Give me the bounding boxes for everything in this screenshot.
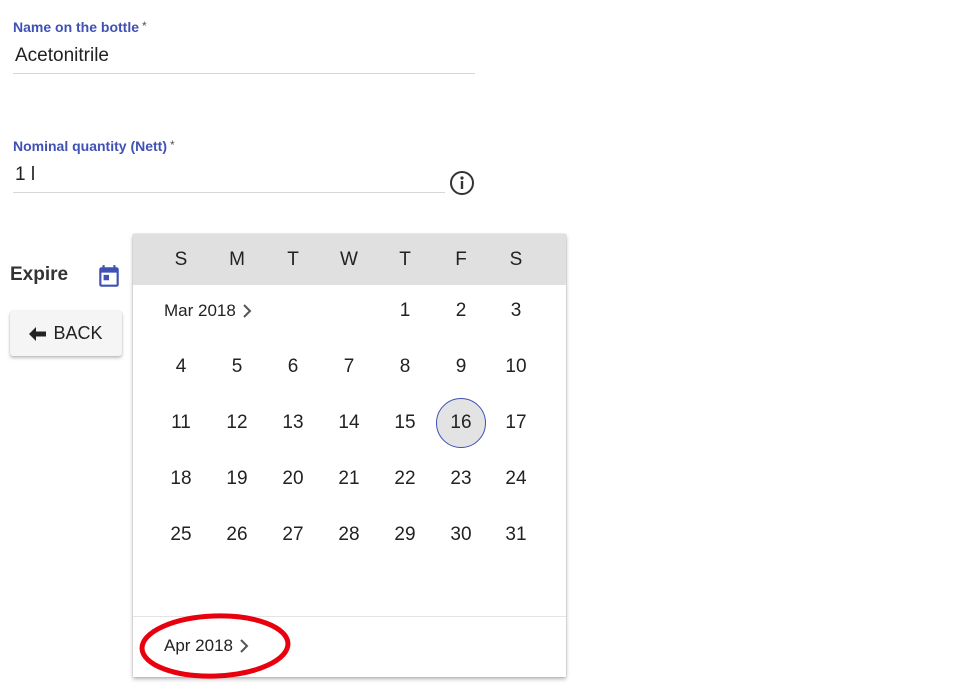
next-month-title[interactable]: Apr 2018 — [164, 636, 249, 656]
weekday-label: S — [509, 249, 523, 270]
calendar-day[interactable]: 14 — [324, 398, 374, 448]
current-month-title[interactable]: Mar 2018 — [164, 301, 252, 321]
calendar-day[interactable]: 4 — [156, 342, 206, 392]
calendar-day[interactable]: 26 — [212, 510, 262, 560]
calendar-day[interactable]: 3 — [491, 286, 541, 336]
calendar-icon[interactable] — [96, 264, 122, 290]
weekday-label: T — [287, 249, 299, 270]
weekday-label: T — [399, 249, 411, 270]
back-button[interactable]: BACK — [10, 311, 122, 356]
selected-day[interactable]: 16 — [436, 398, 486, 448]
calendar-day[interactable]: 23 — [436, 454, 486, 504]
calendar-day[interactable]: 30 — [436, 510, 486, 560]
expire-label: Expire — [10, 264, 69, 285]
current-month-label: Mar 2018 — [164, 301, 236, 320]
calendar-day[interactable]: 29 — [380, 510, 430, 560]
nominal-quantity-input[interactable]: 1 l — [13, 164, 445, 186]
calendar-day[interactable]: 24 — [491, 454, 541, 504]
calendar-day[interactable]: 22 — [380, 454, 430, 504]
name-input-underline — [13, 73, 475, 74]
calendar-day[interactable]: 12 — [212, 398, 262, 448]
chevron-right-icon — [243, 304, 252, 318]
calendar-day[interactable]: 21 — [324, 454, 374, 504]
weekday-header-row: SMTWTFS — [133, 234, 566, 285]
quantity-input-underline — [13, 192, 445, 193]
calendar-day[interactable]: 20 — [268, 454, 318, 504]
calendar-day[interactable]: 27 — [268, 510, 318, 560]
nominal-quantity-label: Nominal quantity (Nett) * — [13, 138, 445, 154]
calendar-day[interactable]: 8 — [380, 342, 430, 392]
back-button-label: BACK — [53, 323, 103, 343]
calendar-day[interactable]: 6 — [268, 342, 318, 392]
calendar-day[interactable]: 7 — [324, 342, 374, 392]
calendar-divider — [133, 616, 566, 617]
name-on-bottle-input[interactable]: Acetonitrile — [13, 45, 475, 67]
info-circle-icon[interactable] — [449, 170, 475, 196]
calendar-day[interactable]: 31 — [491, 510, 541, 560]
nominal-quantity-label-text: Nominal quantity (Nett) — [13, 138, 167, 154]
calendar-day[interactable]: 19 — [212, 454, 262, 504]
calendar-day[interactable]: 1 — [380, 286, 430, 336]
calendar-day[interactable]: 9 — [436, 342, 486, 392]
weekday-label: F — [455, 249, 467, 270]
calendar-day[interactable]: 11 — [156, 398, 206, 448]
name-on-bottle-label-text: Name on the bottle — [13, 19, 140, 35]
nominal-quantity-field[interactable]: Nominal quantity (Nett) * 1 l — [13, 138, 445, 193]
name-on-bottle-label: Name on the bottle * — [13, 19, 475, 35]
date-picker-calendar: SMTWTFS Mar 2018 1 2 3 4 5 6 7 8 9 10 11 12 13 14 15 16… — [133, 234, 566, 677]
calendar-day[interactable]: 28 — [324, 510, 374, 560]
chevron-right-icon — [240, 639, 249, 653]
calendar-day[interactable]: 13 — [268, 398, 318, 448]
calendar-day[interactable]: 15 — [380, 398, 430, 448]
next-month-label: Apr 2018 — [164, 636, 233, 655]
weekday-label: W — [340, 249, 358, 270]
required-mark: * — [170, 138, 175, 152]
calendar-day[interactable]: 2 — [436, 286, 486, 336]
calendar-day[interactable]: 25 — [156, 510, 206, 560]
calendar-day[interactable]: 17 — [491, 398, 541, 448]
required-mark: * — [142, 19, 147, 33]
calendar-day[interactable]: 18 — [156, 454, 206, 504]
name-on-bottle-field[interactable]: Name on the bottle * Acetonitrile — [13, 19, 475, 74]
weekday-label: S — [174, 249, 188, 270]
arrow-left-icon — [29, 326, 47, 341]
weekday-label: M — [229, 249, 245, 270]
calendar-day[interactable]: 10 — [491, 342, 541, 392]
calendar-day[interactable]: 5 — [212, 342, 262, 392]
